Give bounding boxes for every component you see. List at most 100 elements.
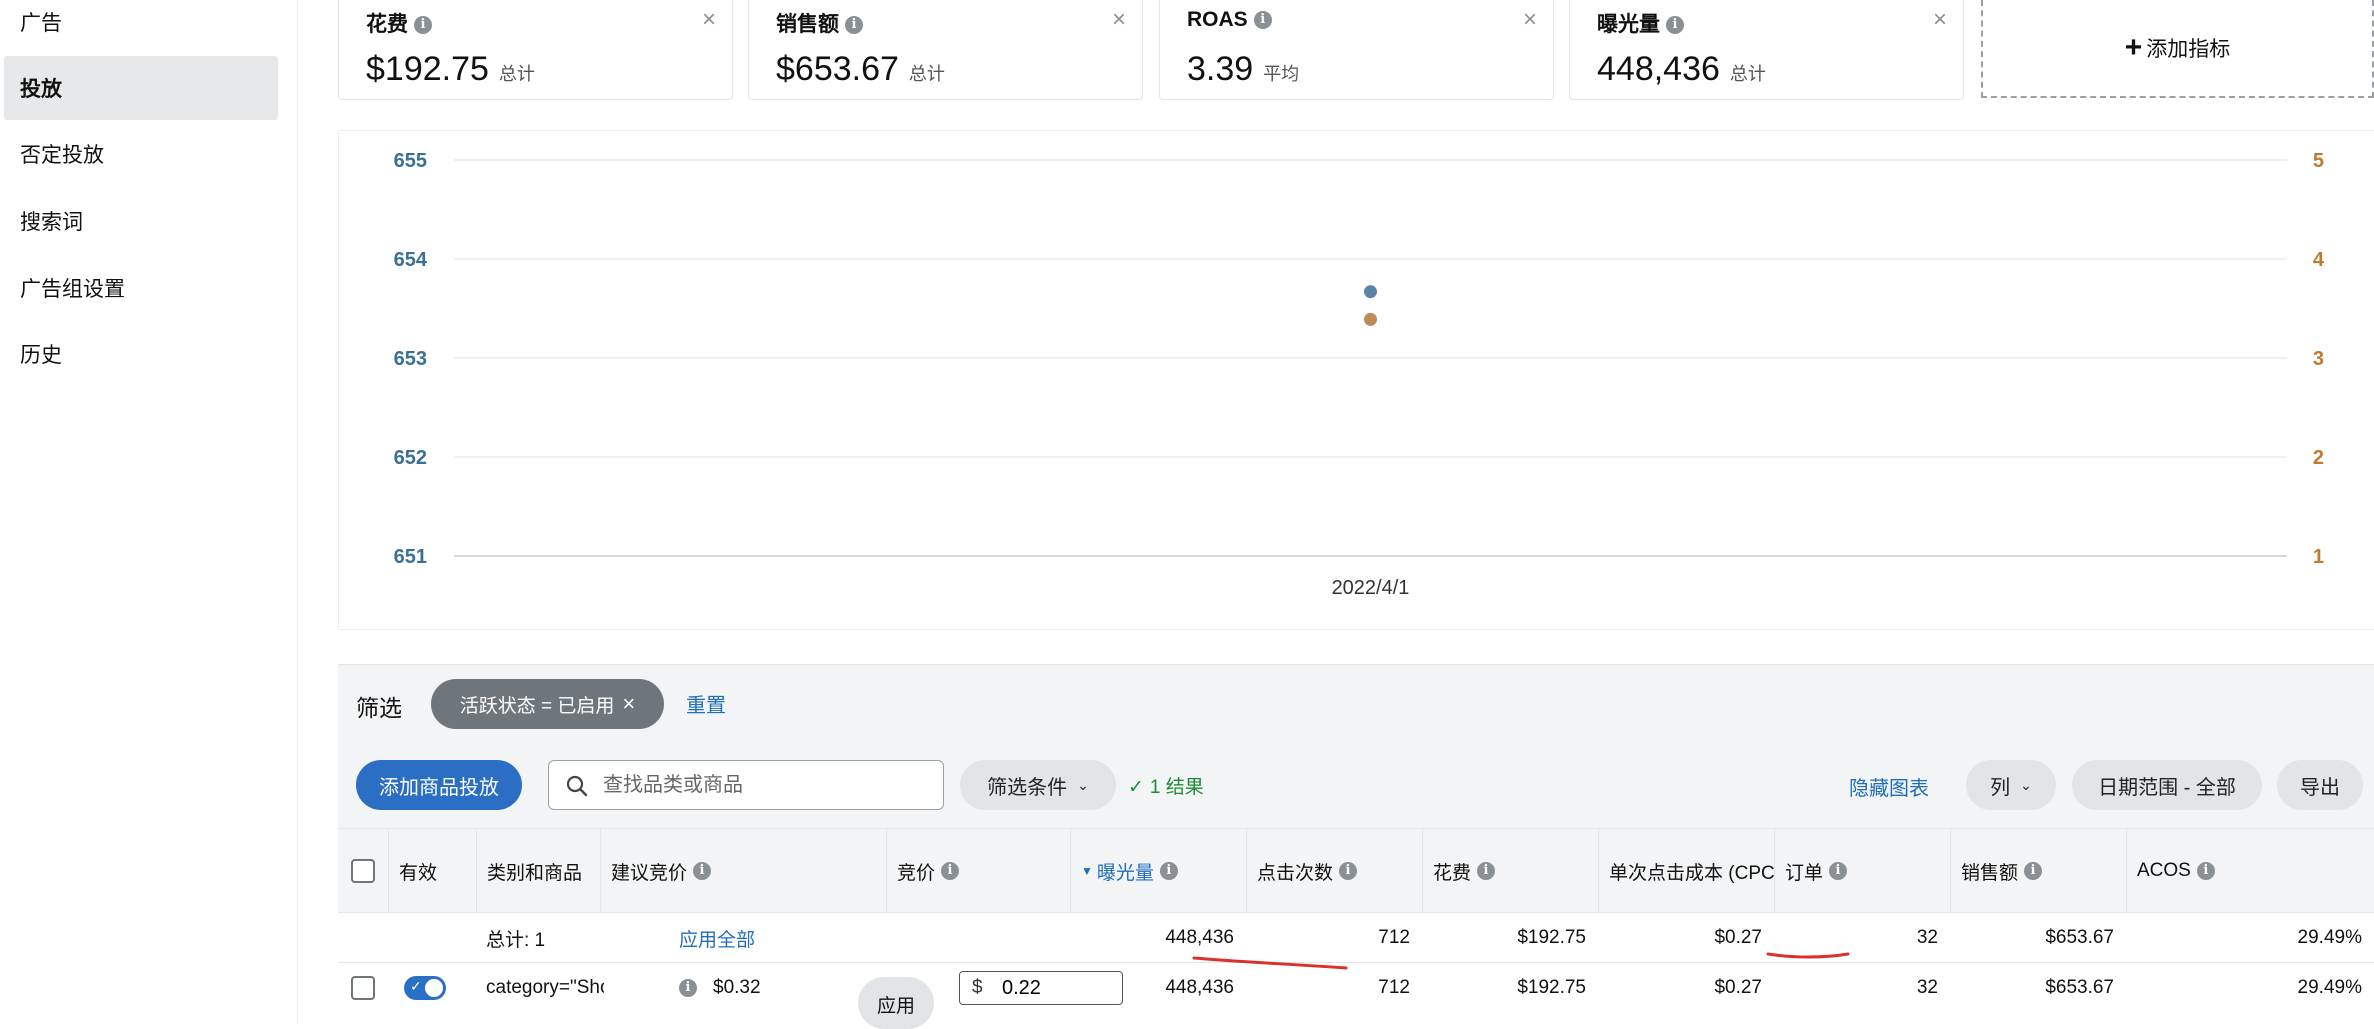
total-cpc: $0.27	[1714, 927, 1762, 948]
table-toolbar: 添加商品投放 筛选条件⌄ ✓1 结果 隐藏图表 列⌄ 日期范围 - 全部 导出	[338, 744, 2374, 828]
plus-icon: +	[2124, 31, 2143, 64]
close-icon[interactable]: ×	[1523, 6, 1537, 34]
row-sales: $653.67	[2045, 977, 2114, 998]
info-icon[interactable]: i	[1339, 862, 1358, 880]
filter-conditions-label: 筛选条件	[987, 776, 1068, 799]
y-right-tick-label: 4	[2313, 249, 2325, 271]
filter-conditions-dropdown[interactable]: 筛选条件 ⌄	[960, 760, 1116, 810]
col-category[interactable]: 类别和商品	[476, 829, 600, 913]
metric-value: $192.75 总计	[366, 50, 535, 89]
apply-all-link[interactable]: 应用全部	[679, 913, 755, 963]
metric-card-spend[interactable]: 花费 i × $192.75 总计	[338, 0, 733, 100]
col-suggested-bid[interactable]: 建议竞价 i	[600, 829, 886, 913]
search-input[interactable]	[601, 769, 931, 801]
y-right-tick-label: 1	[2313, 546, 2324, 568]
active-toggle[interactable]: ✓	[404, 976, 446, 1000]
info-icon[interactable]: i	[414, 16, 432, 35]
suggested-bid-value: $0.32	[713, 977, 761, 998]
col-spend[interactable]: 花费 i	[1422, 829, 1598, 913]
add-metric-button[interactable]: + 添加指标	[1981, 0, 2374, 98]
info-icon[interactable]: i	[2196, 862, 2215, 880]
info-icon[interactable]: i	[1477, 862, 1496, 880]
category-link[interactable]: category="Show…	[486, 963, 604, 1013]
reset-filter-link[interactable]: 重置	[686, 689, 726, 718]
sidebar-item-label: 否定投放	[20, 144, 104, 167]
metric-name-text: 花费	[366, 13, 408, 36]
filter-chip-text: 活跃状态 = 已启用	[459, 695, 615, 717]
metric-card-sales[interactable]: 销售额 i × $653.67 总计	[748, 0, 1143, 100]
info-icon[interactable]: i	[941, 862, 960, 880]
select-all-cell	[338, 829, 388, 913]
table-total-row: 总计: 1 应用全部 448,436 712 $192.75 $0.27 32 …	[338, 912, 2374, 962]
col-label: 订单	[1785, 862, 1824, 884]
suggested-bid-cell: i $0.32	[679, 963, 761, 1013]
info-icon[interactable]: i	[1253, 11, 1272, 30]
col-cpc[interactable]: 单次点击成本 (CPC)	[1598, 829, 1774, 913]
sort-desc-icon: ▼	[1081, 864, 1093, 878]
y-right-tick-label: 3	[2313, 348, 2324, 370]
col-acos[interactable]: ACOS i	[2126, 829, 2374, 913]
y-left-tick-label: 654	[394, 249, 428, 271]
sidebar-item-history[interactable]: 历史	[4, 322, 278, 386]
sidebar-item-ads[interactable]: 广告	[4, 0, 278, 54]
sidebar: 广告 投放 否定投放 搜索词 广告组设置 历史	[0, 0, 298, 1024]
hide-chart-link[interactable]: 隐藏图表	[1849, 772, 1929, 801]
add-product-targeting-button[interactable]: 添加商品投放	[356, 760, 522, 810]
chevron-down-icon: ⌄	[2020, 776, 2032, 793]
total-label: 总计: 1	[486, 929, 546, 951]
sidebar-item-label: 广告	[20, 12, 62, 35]
date-range-button[interactable]: 日期范围 - 全部	[2072, 760, 2262, 810]
metric-name-text: 曝光量	[1597, 13, 1660, 36]
sidebar-item-search-terms[interactable]: 搜索词	[4, 189, 278, 253]
close-icon[interactable]: ×	[702, 6, 716, 34]
results-text: 1 结果	[1149, 777, 1204, 798]
metric-value: 448,436 总计	[1597, 50, 1766, 89]
sidebar-item-negative-targeting[interactable]: 否定投放	[4, 122, 278, 186]
col-orders[interactable]: 订单 i	[1774, 829, 1950, 913]
close-icon[interactable]: ×	[1112, 6, 1126, 34]
apply-bid-button[interactable]: 应用	[858, 977, 934, 1029]
metric-card-roas[interactable]: ROAS i × 3.39 平均	[1159, 0, 1554, 100]
annotation-underline-cpc	[1766, 952, 1850, 959]
filter-chip-active-status[interactable]: 活跃状态 = 已启用 ×	[431, 679, 664, 729]
chart-svg: 655 654 653 652 651 5 4 3 2 1 2022/4/1	[394, 150, 2325, 599]
y-left-tick-label: 655	[394, 150, 427, 172]
col-label: 建议竞价	[611, 862, 688, 884]
close-icon[interactable]: ×	[622, 691, 635, 717]
x-tick-label: 2022/4/1	[1332, 577, 1410, 599]
col-label: 点击次数	[1257, 862, 1334, 884]
info-icon[interactable]: i	[679, 979, 697, 997]
col-label: 类别和商品	[487, 862, 583, 884]
info-icon[interactable]: i	[845, 16, 863, 35]
metric-name: ROAS i	[1187, 8, 1272, 32]
search-box[interactable]	[548, 760, 944, 810]
metric-value: 3.39 平均	[1187, 50, 1299, 89]
info-icon[interactable]: i	[1159, 862, 1178, 880]
info-icon[interactable]: i	[1829, 862, 1848, 880]
sidebar-item-label: 投放	[20, 78, 62, 101]
y-left-tick-label: 652	[394, 447, 427, 469]
table-header: 有效 类别和商品 建议竞价 i 竞价 i ▼ 曝光量 i 点击次数 i 花费 i 单次点击成…	[338, 828, 2374, 913]
y-right-tick-label: 5	[2313, 150, 2324, 172]
select-all-checkbox[interactable]	[351, 859, 375, 883]
total-acos: 29.49%	[2297, 927, 2362, 948]
row-checkbox[interactable]	[351, 976, 375, 1000]
sidebar-item-ad-group-settings[interactable]: 广告组设置	[4, 256, 278, 320]
close-icon[interactable]: ×	[1933, 6, 1947, 34]
columns-dropdown[interactable]: 列 ⌄	[1966, 760, 2056, 810]
info-icon[interactable]: i	[2024, 862, 2043, 880]
info-icon[interactable]: i	[1666, 16, 1684, 35]
col-active[interactable]: 有效	[388, 829, 476, 913]
sidebar-item-targeting[interactable]: 投放	[4, 56, 278, 120]
col-clicks[interactable]: 点击次数 i	[1246, 829, 1422, 913]
y-left-tick-label: 653	[394, 348, 427, 370]
col-impressions[interactable]: ▼ 曝光量 i	[1070, 829, 1246, 913]
metric-card-impressions[interactable]: 曝光量 i × 448,436 总计	[1569, 0, 1964, 100]
metric-value-text: 448,436	[1597, 50, 1720, 88]
col-bid[interactable]: 竞价 i	[886, 829, 1070, 913]
results-count: ✓ 1 结果	[1128, 772, 1204, 799]
info-icon[interactable]: i	[693, 862, 712, 880]
sidebar-item-label: 搜索词	[20, 211, 83, 234]
export-button[interactable]: 导出	[2277, 760, 2363, 810]
col-sales[interactable]: 销售额 i	[1950, 829, 2126, 913]
